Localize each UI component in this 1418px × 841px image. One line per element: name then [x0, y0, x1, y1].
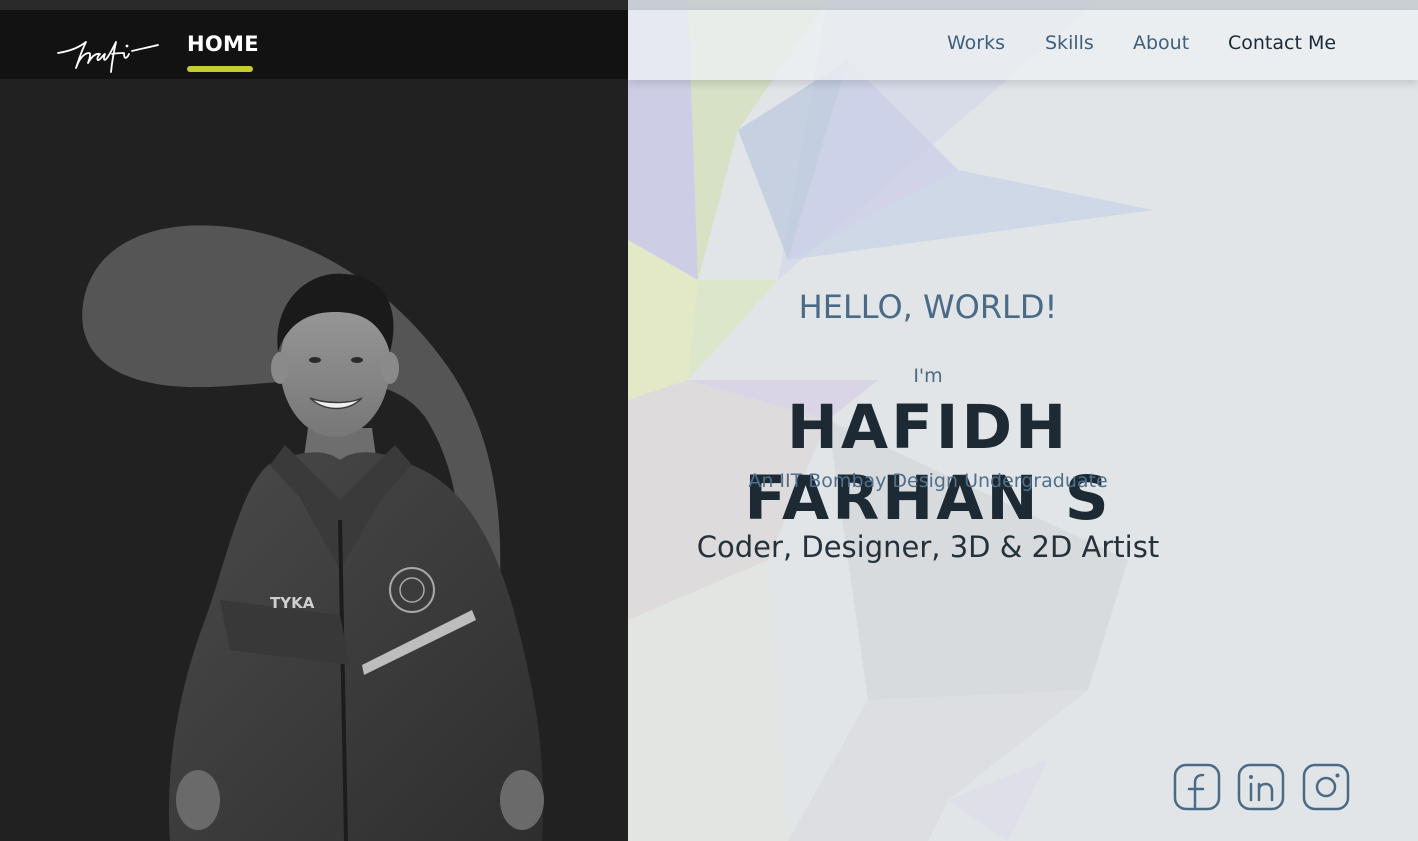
left-panel: HOME TYKA — [0, 0, 628, 841]
jacket-brand-text: TYKA — [270, 594, 315, 612]
linkedin-link[interactable] — [1237, 763, 1285, 811]
nav-contact-me[interactable]: Contact Me — [1228, 32, 1336, 54]
nav-works[interactable]: Works — [947, 32, 1005, 54]
facebook-link[interactable] — [1173, 763, 1221, 811]
right-panel: Works Skills About Contact Me HELLO, WOR… — [628, 0, 1418, 841]
hero-roles: Coder, Designer, 3D & 2D Artist — [696, 530, 1160, 564]
nav-skills[interactable]: Skills — [1045, 32, 1094, 54]
main-nav: Works Skills About Contact Me — [628, 10, 1418, 80]
active-underline — [187, 66, 253, 72]
hero-name: HAFIDH FARHAN S — [744, 392, 1112, 534]
linkedin-icon — [1237, 763, 1285, 811]
site-header: HOME — [0, 10, 628, 79]
hero-subtitle: An IIT Bombay Design Undergraduate — [748, 470, 1108, 492]
nav-about[interactable]: About — [1133, 32, 1189, 54]
hero-intro: I'm — [913, 365, 943, 387]
hafi-logo[interactable] — [56, 34, 160, 76]
profile-portrait: TYKA — [168, 273, 544, 841]
hero-greeting: HELLO, WORLD! — [798, 288, 1058, 326]
top-strip-right — [628, 0, 1418, 10]
instagram-icon — [1302, 763, 1350, 811]
instagram-link[interactable] — [1302, 763, 1350, 811]
facebook-icon — [1173, 763, 1221, 811]
top-strip — [0, 0, 628, 10]
home-nav-link[interactable]: HOME — [187, 32, 259, 56]
